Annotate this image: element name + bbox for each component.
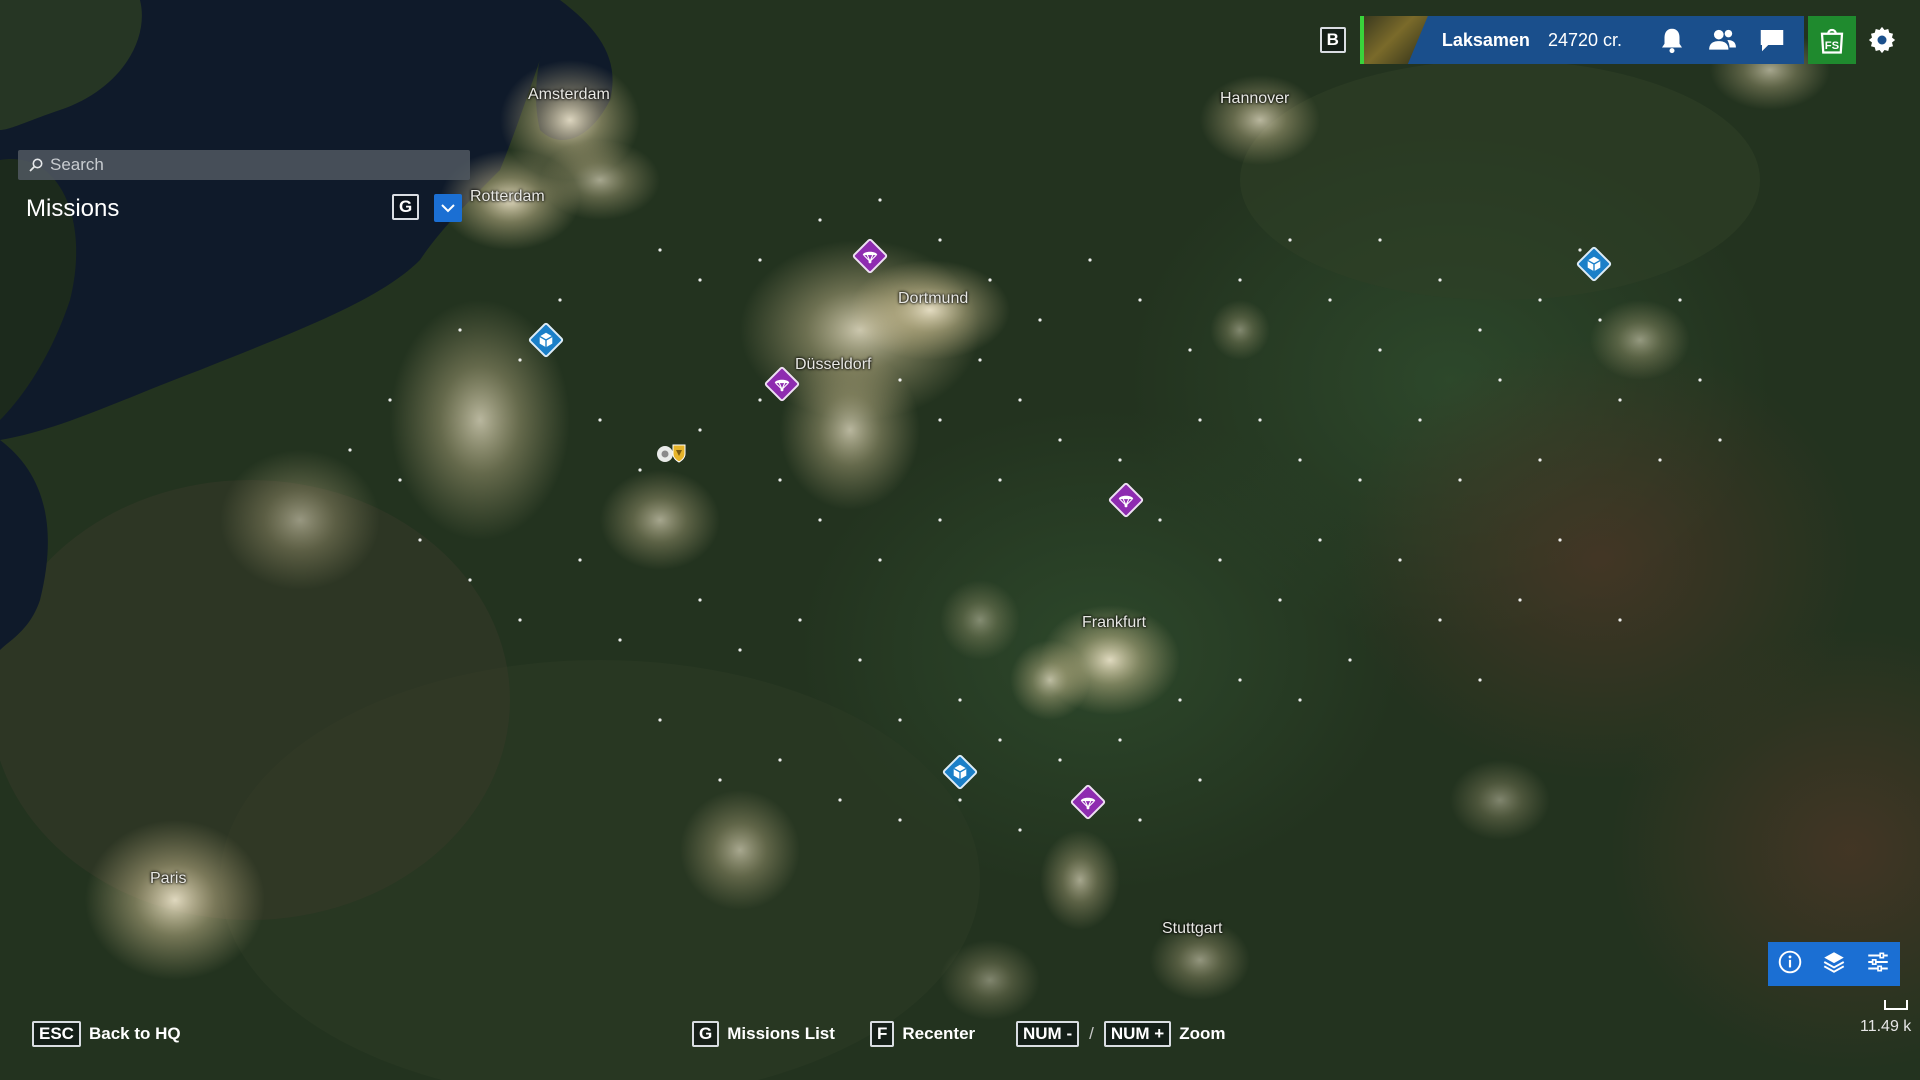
- city-label-amsterdam: Amsterdam: [528, 86, 610, 103]
- back-to-hq-hint[interactable]: ESC Back to HQ: [32, 1021, 181, 1047]
- num-plus-keybind: NUM +: [1103, 1021, 1172, 1047]
- profile-panel: Laksamen 24720 cr.: [1407, 16, 1804, 64]
- player-position-marker[interactable]: [652, 438, 692, 468]
- chevron-down-icon: [441, 204, 455, 213]
- city-label-stuttgart: Stuttgart: [1162, 920, 1223, 937]
- box-icon: [539, 332, 553, 348]
- parachute-mission-marker[interactable]: [1107, 481, 1145, 519]
- missions-title: Missions: [26, 195, 120, 222]
- parachute-mission-marker[interactable]: [763, 365, 801, 403]
- bell-icon: [1662, 28, 1682, 54]
- info-icon: [1778, 950, 1802, 973]
- search-icon: [29, 158, 43, 172]
- cargo-mission-marker[interactable]: [941, 753, 979, 791]
- city-label-paris: Paris: [150, 870, 187, 887]
- map-scale-bar: [1884, 1000, 1908, 1010]
- airport-icon: [657, 444, 686, 463]
- city-label-rotterdam: Rotterdam: [470, 188, 545, 205]
- layers-icon: [1823, 951, 1845, 973]
- recenter-hint[interactable]: F Recenter: [870, 1021, 975, 1047]
- b-keybind[interactable]: B: [1319, 27, 1346, 53]
- city-label-dortmund: Dortmund: [898, 290, 969, 307]
- parachute-icon: [1118, 495, 1134, 508]
- map-tools: [1768, 942, 1900, 986]
- city-label-hannover: Hannover: [1220, 90, 1290, 107]
- top-bar: B Laksamen 24720 cr. FS: [1319, 16, 1904, 64]
- username[interactable]: Laksamen: [1442, 30, 1530, 51]
- box-icon: [1587, 256, 1601, 272]
- parachute-icon: [862, 251, 878, 264]
- zoom-hint[interactable]: NUM - / NUM + Zoom: [1016, 1021, 1226, 1047]
- search-input[interactable]: [48, 154, 470, 176]
- search-bar: [18, 150, 470, 180]
- box-icon: [953, 764, 967, 780]
- city-label-dusseldorf: Düsseldorf: [795, 356, 872, 373]
- friends-button[interactable]: [1700, 20, 1744, 60]
- chat-icon: [1760, 30, 1784, 52]
- filter-button[interactable]: [1865, 949, 1891, 980]
- parachute-icon: [774, 379, 790, 392]
- cargo-mission-marker[interactable]: [1575, 245, 1613, 283]
- num-minus-keybind: NUM -: [1016, 1021, 1080, 1047]
- friends-icon: [1709, 29, 1736, 50]
- parachute-mission-marker[interactable]: [1069, 783, 1107, 821]
- f-keybind: F: [870, 1021, 895, 1047]
- gear-icon: [1868, 26, 1896, 54]
- chat-button[interactable]: [1750, 20, 1794, 60]
- cargo-mission-marker[interactable]: [527, 321, 565, 359]
- parachute-icon: [1080, 797, 1096, 810]
- fs-shop-icon: FS: [1820, 28, 1844, 54]
- credits-balance: 24720 cr.: [1547, 29, 1622, 50]
- info-button[interactable]: [1777, 949, 1803, 980]
- g-keybind: G: [692, 1021, 720, 1047]
- missions-list-label: Missions List: [727, 1024, 835, 1043]
- missions-g-keybind[interactable]: G: [392, 194, 420, 220]
- settings-button[interactable]: [1860, 20, 1904, 60]
- zoom-label: Zoom: [1179, 1024, 1226, 1043]
- map-scale-label: 11.49 k: [1860, 1018, 1912, 1035]
- missions-dropdown-button[interactable]: [434, 194, 462, 222]
- zoom-separator: /: [1089, 1024, 1094, 1043]
- recenter-label: Recenter: [902, 1024, 976, 1043]
- filter-icon: [1868, 952, 1888, 971]
- back-to-hq-label: Back to HQ: [88, 1024, 181, 1043]
- fs-shop-button[interactable]: FS: [1808, 16, 1856, 64]
- missions-list-hint[interactable]: G Missions List: [692, 1021, 835, 1047]
- parachute-mission-marker[interactable]: [851, 237, 889, 275]
- notifications-button[interactable]: [1650, 20, 1694, 60]
- city-label-frankfurt: Frankfurt: [1082, 614, 1147, 631]
- svg-text:FS: FS: [1825, 40, 1840, 52]
- esc-keybind: ESC: [32, 1021, 81, 1047]
- layers-button[interactable]: [1821, 949, 1847, 980]
